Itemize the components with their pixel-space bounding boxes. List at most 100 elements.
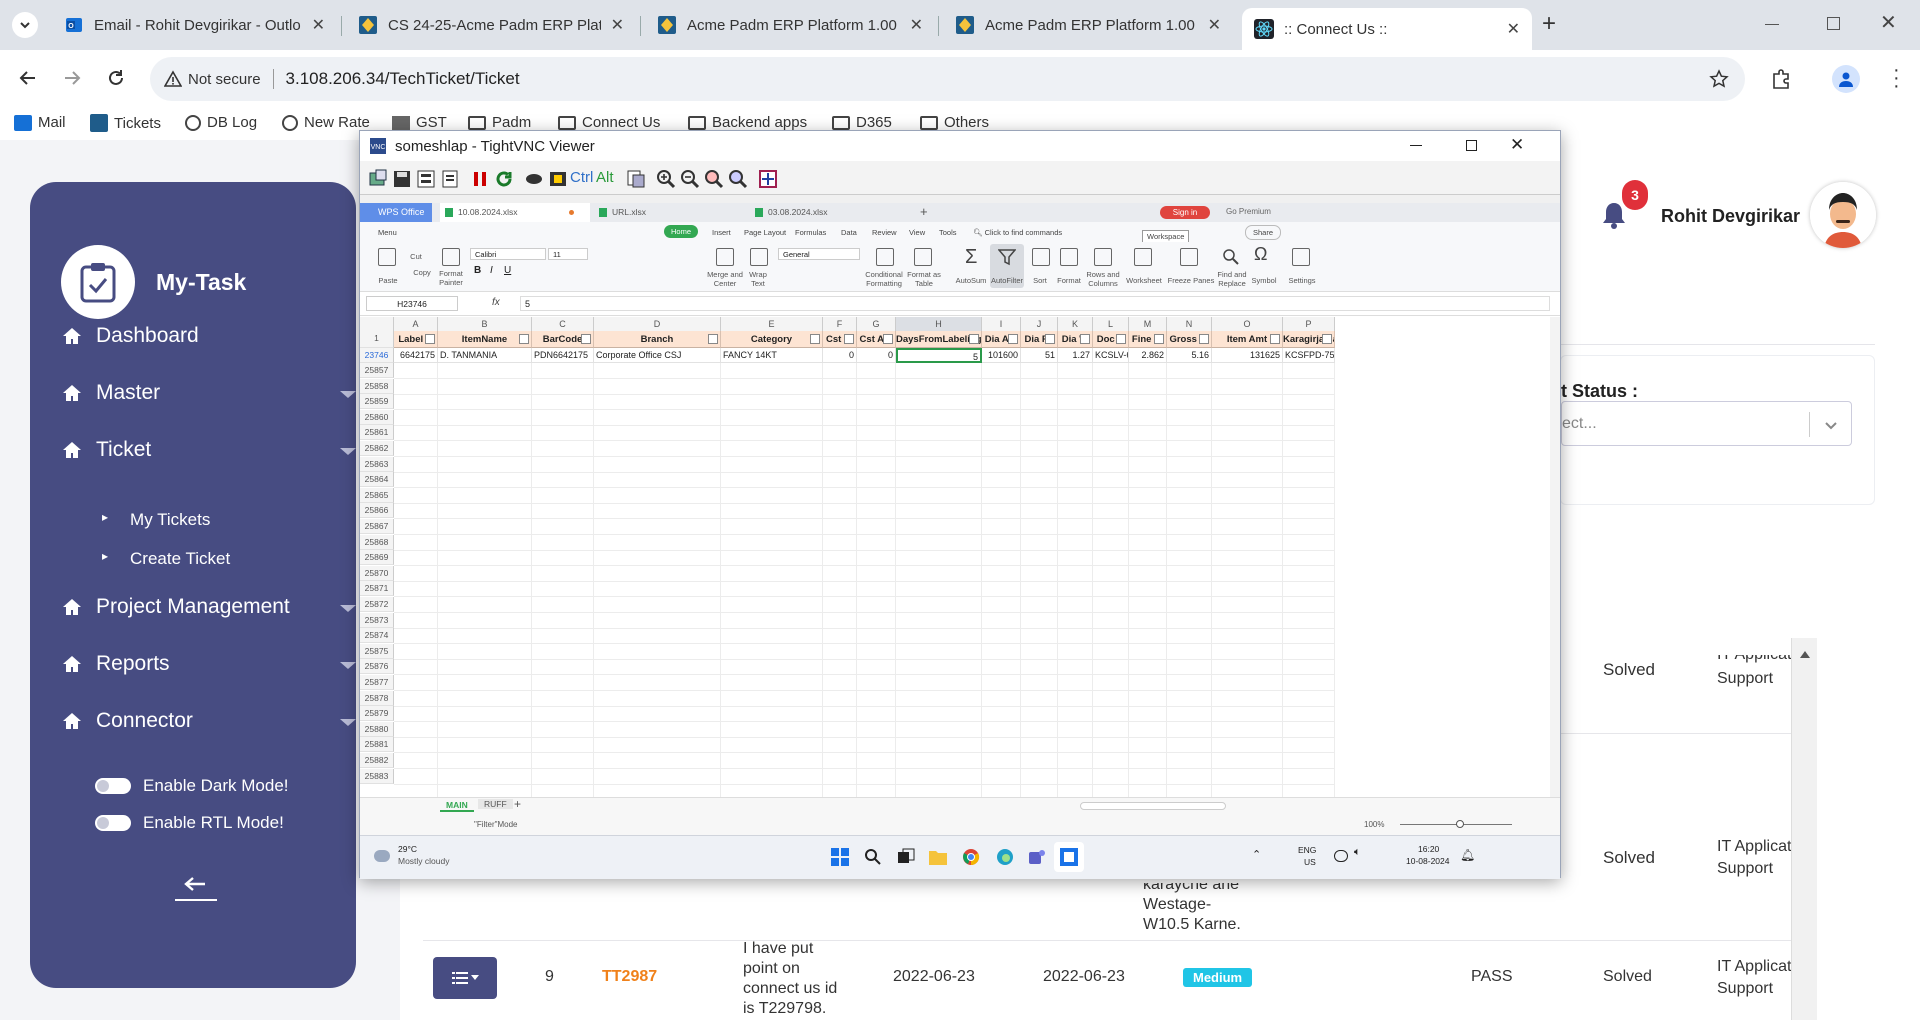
filter-dropdown-icon[interactable] [519, 334, 529, 344]
font-family-select[interactable]: Calibri [470, 248, 546, 260]
column-header[interactable]: D [594, 317, 721, 331]
row-number[interactable]: 25873 [360, 612, 394, 628]
filter-dropdown-icon[interactable] [425, 334, 435, 344]
horizontal-scrollbar-thumb[interactable] [1080, 802, 1226, 810]
header-cell[interactable]: ItemName [438, 331, 532, 348]
sign-in-button[interactable]: Sign in [1160, 206, 1210, 219]
ribbon-tab-view[interactable]: View [909, 228, 925, 237]
bookmark-folder-backend-apps[interactable]: Backend apps [688, 114, 807, 131]
user-name[interactable]: Rohit Devgirikar [1661, 206, 1800, 227]
column-header[interactable]: H [896, 317, 982, 331]
format-icon[interactable] [1060, 248, 1078, 266]
url-text[interactable]: 3.108.206.34/TechTicket/Ticket [286, 69, 520, 89]
doc-tab[interactable]: 03.08.2024.xlsx [750, 203, 900, 222]
nav-dashboard[interactable]: Dashboard [62, 324, 199, 348]
browser-tab[interactable]: O Email - Rohit Devgirikar - Outlo ✕ [52, 8, 337, 42]
ctrl-key-button[interactable]: Ctrl [570, 169, 593, 186]
vnc-taskbar-app[interactable] [1054, 842, 1084, 872]
italic-button[interactable]: I [490, 265, 493, 276]
row-actions-button[interactable] [433, 957, 497, 999]
filter-dropdown-icon[interactable] [581, 334, 591, 344]
toggle-switch[interactable] [95, 778, 131, 794]
new-tab-icon[interactable]: + [920, 204, 928, 219]
bookmark-tickets[interactable]: Tickets [90, 114, 161, 132]
more-menu-icon[interactable]: · · · [1893, 60, 1900, 96]
filter-dropdown-icon[interactable] [1154, 334, 1164, 344]
number-format-select[interactable]: General [778, 248, 860, 260]
symbol-icon[interactable]: Ω [1254, 244, 1267, 265]
paste-icon[interactable] [378, 248, 396, 266]
search-commands[interactable]: 🔍︎ Click to find commands [973, 228, 1062, 237]
freeze-panes-icon[interactable] [1180, 248, 1198, 266]
column-header[interactable]: C [532, 317, 594, 331]
column-header[interactable]: F [823, 317, 857, 331]
wps-office-tab[interactable]: WPS Office [360, 203, 432, 222]
table-scrollbar[interactable] [1791, 638, 1817, 1020]
bookmark-folder-padm[interactable]: Padm [468, 114, 531, 131]
row-number[interactable]: 25876 [360, 659, 394, 675]
row-number[interactable]: 25864 [360, 472, 394, 488]
table-cell[interactable]: KCSLV-69 [1093, 348, 1129, 363]
ribbon-tab-page-layout[interactable]: Page Layout [744, 228, 786, 237]
extensions-icon[interactable] [1770, 68, 1792, 90]
fullscreen-icon[interactable] [758, 169, 778, 189]
spreadsheet-grid[interactable]: A B C D E F G H I J K L M N O P 1 Label N ItemName BarCode B… [360, 317, 1550, 797]
filter-dropdown-icon[interactable] [1045, 334, 1055, 344]
minimize-icon[interactable] [1410, 145, 1422, 146]
filter-dropdown-icon[interactable] [1080, 334, 1090, 344]
formula-input[interactable]: 5 [520, 296, 1550, 311]
bookmark-folder-connect-us[interactable]: Connect Us [558, 114, 660, 131]
header-cell[interactable]: Category [721, 331, 823, 348]
table-cell[interactable]: PDN6642175 [532, 348, 594, 363]
filter-dropdown-icon[interactable] [1008, 334, 1018, 344]
ribbon-tab-home[interactable]: Home [664, 225, 699, 238]
network-icon[interactable] [1334, 850, 1348, 862]
browser-tab-active[interactable]: :: Connect Us :: ✕ [1242, 8, 1532, 50]
windows-start-icon[interactable] [831, 848, 849, 866]
lang-top[interactable]: ENG [1298, 845, 1316, 855]
dark-mode-toggle[interactable]: Enable Dark Mode! [30, 774, 356, 798]
ribbon-tab-review[interactable]: Review [872, 228, 897, 237]
row-number[interactable]: 25871 [360, 581, 394, 597]
row-number[interactable]: 25861 [360, 425, 394, 441]
column-header[interactable]: J [1021, 317, 1058, 331]
table-cell[interactable]: 5.16 [1167, 348, 1212, 363]
remote-desktop[interactable]: WPS Office 10.08.2024.xlsx URL.xlsx 03.0… [360, 203, 1560, 879]
row-number[interactable]: 25882 [360, 753, 394, 768]
bookmark-mail[interactable]: Mail [14, 114, 66, 131]
table-cell[interactable]: 6642175 [394, 348, 438, 363]
vertical-scrollbar[interactable] [1550, 317, 1560, 797]
autosum-icon[interactable]: Σ [965, 246, 977, 269]
filter-dropdown-icon[interactable] [810, 334, 820, 344]
doc-tab[interactable]: URL.xlsx [594, 203, 744, 222]
row-number[interactable]: 25862 [360, 441, 394, 456]
table-cell[interactable]: D. TANMANIA [438, 348, 532, 363]
ribbon-tab-data[interactable]: Data [841, 228, 857, 237]
underline-button[interactable]: U [504, 265, 511, 276]
zoom-level[interactable]: 100% [1364, 820, 1384, 829]
address-bar[interactable]: Not secure 3.108.206.34/TechTicket/Ticke… [150, 57, 1745, 101]
table-cell[interactable]: 2.862 [1129, 348, 1167, 363]
row-number[interactable]: 25877 [360, 675, 394, 690]
row-number[interactable]: 25878 [360, 690, 394, 706]
search-icon[interactable] [864, 848, 882, 866]
refresh-icon[interactable] [494, 169, 514, 189]
bookmark-gst[interactable]: GST [392, 114, 447, 131]
close-window-button[interactable]: ✕ [1880, 10, 1897, 35]
header-cell[interactable]: Gross W [1167, 331, 1212, 348]
nav-connector[interactable]: Connector [62, 709, 356, 733]
column-header[interactable]: G [857, 317, 896, 331]
close-icon[interactable]: ✕ [1510, 135, 1524, 155]
row-number[interactable]: 25857 [360, 363, 394, 378]
add-sheet-icon[interactable]: + [514, 797, 521, 811]
conditional-formatting-icon[interactable] [876, 248, 894, 266]
table-cell[interactable]: 131625 [1212, 348, 1283, 363]
alt-key-button[interactable]: Alt [596, 169, 614, 186]
options-icon[interactable] [416, 169, 436, 189]
nav-project-management[interactable]: Project Management [62, 595, 356, 619]
select-all-corner[interactable] [360, 317, 394, 331]
new-tab-button[interactable]: + [1542, 10, 1556, 38]
restore-window-button[interactable] [1827, 17, 1840, 30]
filter-dropdown-icon[interactable] [844, 334, 854, 344]
header-cell[interactable]: Item Amt [1212, 331, 1283, 348]
